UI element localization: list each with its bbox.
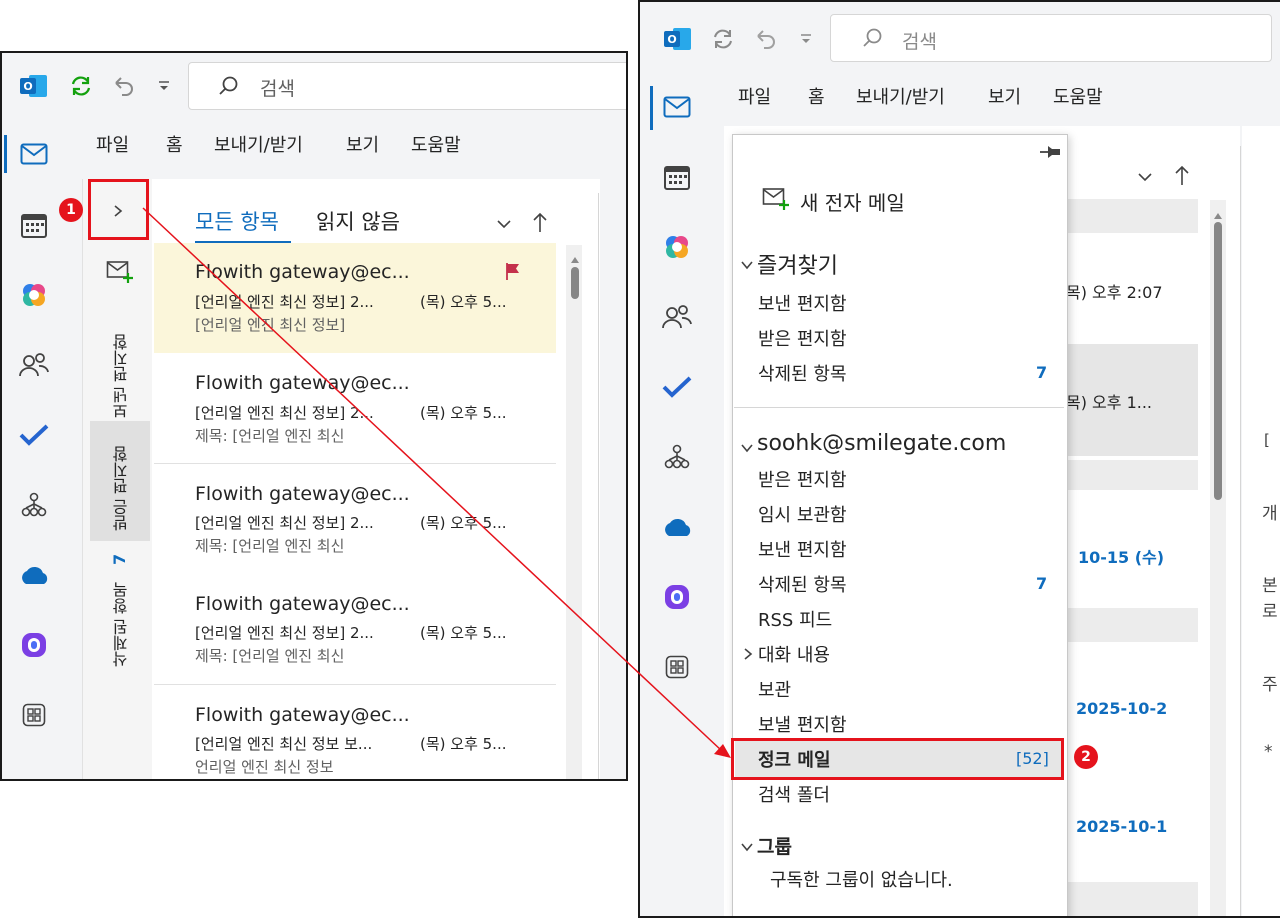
annotation-arrow [142,207,731,758]
